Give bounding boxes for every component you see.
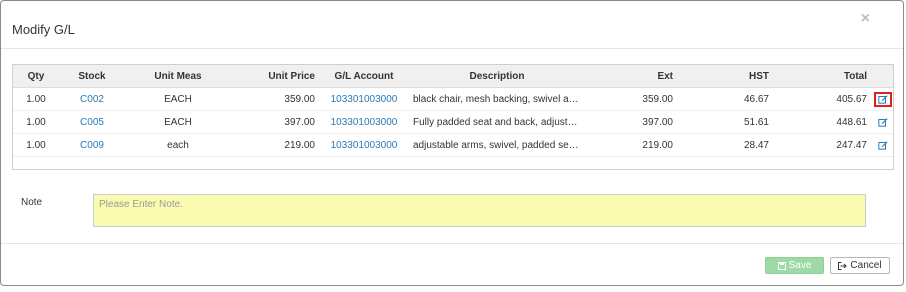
header-ext[interactable]: Ext (587, 65, 679, 88)
cell-qty: 1.00 (13, 133, 59, 157)
cell-ext: 359.00 (587, 87, 679, 111)
cell-total: 247.47 (775, 133, 873, 157)
sign-out-icon (838, 261, 848, 270)
cell-edit[interactable] (873, 133, 893, 157)
cell-gl-account[interactable]: 103301003000 (321, 87, 407, 111)
header-stock[interactable]: Stock (59, 65, 125, 88)
header-description[interactable]: Description (407, 65, 587, 88)
note-label: Note (21, 197, 43, 208)
cell-gl-account[interactable]: 103301003000 (321, 110, 407, 134)
cell-total: 405.67 (775, 87, 873, 111)
cell-unit-meas: EACH (125, 110, 231, 134)
stock-link[interactable]: C009 (80, 140, 104, 151)
cell-stock-link[interactable]: C005 (59, 110, 125, 134)
edit-icon[interactable] (878, 94, 888, 104)
stock-link[interactable]: C005 (80, 117, 104, 128)
header-actions (873, 65, 893, 88)
cell-edit[interactable] (873, 87, 893, 111)
close-icon[interactable]: × (861, 10, 870, 28)
cell-unit-meas: each (125, 133, 231, 157)
cell-description: adjustable arms, swivel, padded seat ... (407, 133, 587, 157)
cell-hst: 51.61 (679, 110, 775, 134)
cell-hst: 46.67 (679, 87, 775, 111)
cell-gl-account[interactable]: 103301003000 (321, 133, 407, 157)
note-textarea[interactable] (93, 194, 866, 227)
modify-gl-modal: Modify G/L × Qty Stock Unit Meas Unit Pr… (0, 0, 904, 286)
gl-table: Qty Stock Unit Meas Unit Price G/L Accou… (13, 65, 893, 157)
table-body: 1.00 C002 EACH 359.00 103301003000 black… (13, 87, 893, 157)
cell-stock-link[interactable]: C009 (59, 133, 125, 157)
header-hst[interactable]: HST (679, 65, 775, 88)
cell-qty: 1.00 (13, 87, 59, 111)
header-unit-price[interactable]: Unit Price (231, 65, 321, 88)
cell-stock-link[interactable]: C002 (59, 87, 125, 111)
table-row: 1.00 C002 EACH 359.00 103301003000 black… (13, 87, 893, 111)
table-header-row: Qty Stock Unit Meas Unit Price G/L Accou… (13, 65, 893, 88)
edit-icon[interactable] (878, 117, 888, 127)
stock-link[interactable]: C002 (80, 94, 104, 105)
cell-ext: 219.00 (587, 133, 679, 157)
gl-table-container: Qty Stock Unit Meas Unit Price G/L Accou… (12, 64, 894, 170)
floppy-disk-icon (777, 261, 786, 270)
cell-edit[interactable] (873, 110, 893, 134)
cell-description: Fully padded seat and back, adjustabl... (407, 110, 587, 134)
cell-total: 448.61 (775, 110, 873, 134)
header-qty[interactable]: Qty (13, 65, 59, 88)
header-unit-meas[interactable]: Unit Meas (125, 65, 231, 88)
cell-qty: 1.00 (13, 110, 59, 134)
cell-description: black chair, mesh backing, swivel and ..… (407, 87, 587, 111)
modal-title: Modify G/L (12, 22, 75, 37)
footer-divider (1, 243, 903, 244)
save-button[interactable]: Save (765, 257, 824, 274)
edit-icon[interactable] (878, 140, 888, 150)
gl-account-link[interactable]: 103301003000 (331, 94, 398, 105)
cancel-button[interactable]: Cancel (830, 257, 890, 274)
edit-button[interactable] (875, 139, 891, 152)
edit-highlight[interactable] (874, 91, 892, 107)
cell-unit-price: 359.00 (231, 87, 321, 111)
cell-ext: 397.00 (587, 110, 679, 134)
header-gl-account[interactable]: G/L Account (321, 65, 407, 88)
cancel-button-label: Cancel (850, 260, 882, 271)
save-button-label: Save (788, 260, 812, 271)
cell-unit-price: 219.00 (231, 133, 321, 157)
table-row: 1.00 C005 EACH 397.00 103301003000 Fully… (13, 110, 893, 134)
table-row: 1.00 C009 each 219.00 103301003000 adjus… (13, 133, 893, 157)
cell-unit-price: 397.00 (231, 110, 321, 134)
cell-unit-meas: EACH (125, 87, 231, 111)
gl-account-link[interactable]: 103301003000 (331, 117, 398, 128)
edit-button[interactable] (875, 116, 891, 129)
cell-hst: 28.47 (679, 133, 775, 157)
modal-header: Modify G/L × (1, 1, 903, 49)
gl-account-link[interactable]: 103301003000 (331, 140, 398, 151)
header-total[interactable]: Total (775, 65, 873, 88)
